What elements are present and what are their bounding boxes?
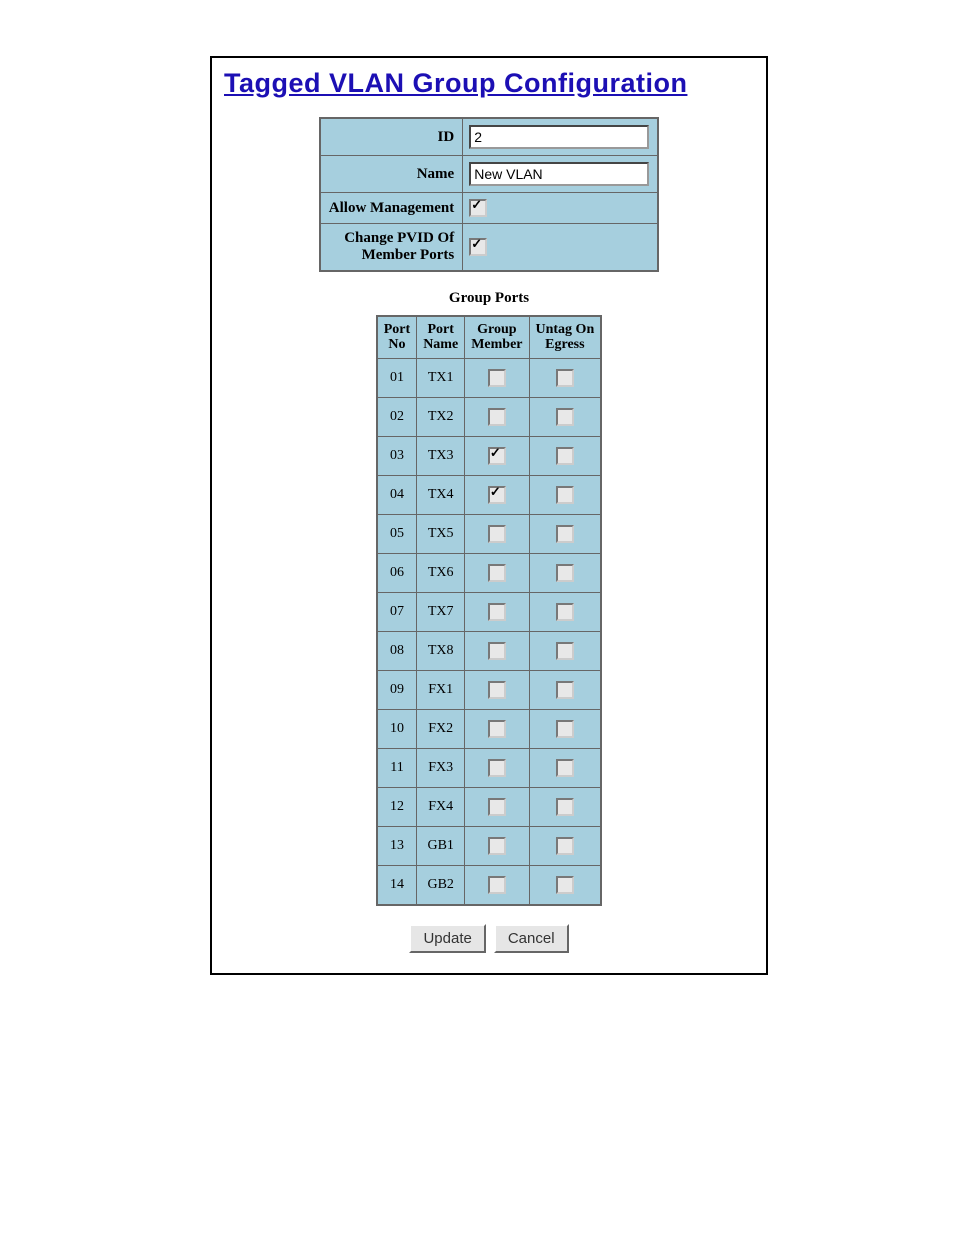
port-no: 13: [377, 826, 417, 865]
port-name: TX8: [417, 631, 465, 670]
table-row: 02TX2: [377, 397, 601, 436]
group-member-checkbox[interactable]: [488, 837, 506, 855]
allow-management-checkbox[interactable]: [469, 199, 487, 217]
port-name: TX1: [417, 358, 465, 397]
untag-on-egress-checkbox[interactable]: [556, 408, 574, 426]
table-row: 05TX5: [377, 514, 601, 553]
untag-on-egress-checkbox[interactable]: [556, 486, 574, 504]
id-label: ID: [320, 118, 463, 156]
change-pvid-label: Change PVID Of Member Ports: [320, 224, 463, 272]
table-row: 06TX6: [377, 553, 601, 592]
table-row: 08TX8: [377, 631, 601, 670]
port-name: FX2: [417, 709, 465, 748]
col-port-name: Port Name: [417, 316, 465, 358]
port-no: 09: [377, 670, 417, 709]
group-member-checkbox[interactable]: [488, 720, 506, 738]
table-row: 03TX3: [377, 436, 601, 475]
change-pvid-label-line2: Member Ports: [362, 247, 455, 263]
table-row: 07TX7: [377, 592, 601, 631]
untag-on-egress-checkbox[interactable]: [556, 681, 574, 699]
untag-on-egress-checkbox[interactable]: [556, 720, 574, 738]
port-name: TX4: [417, 475, 465, 514]
group-member-checkbox[interactable]: [488, 603, 506, 621]
port-name: TX6: [417, 553, 465, 592]
update-button[interactable]: Update: [409, 924, 485, 953]
untag-on-egress-checkbox[interactable]: [556, 759, 574, 777]
untag-on-egress-checkbox[interactable]: [556, 603, 574, 621]
port-name: GB2: [417, 865, 465, 905]
group-member-checkbox[interactable]: [488, 564, 506, 582]
table-row: 12FX4: [377, 787, 601, 826]
port-no: 12: [377, 787, 417, 826]
config-table: ID Name Allow Management Change PVID: [319, 117, 659, 272]
port-no: 05: [377, 514, 417, 553]
port-no: 02: [377, 397, 417, 436]
col-port-no: Port No: [377, 316, 417, 358]
port-no: 10: [377, 709, 417, 748]
untag-on-egress-checkbox[interactable]: [556, 837, 574, 855]
col-group-member: Group Member: [465, 316, 529, 358]
name-input[interactable]: [469, 162, 649, 186]
port-name: TX5: [417, 514, 465, 553]
port-no: 07: [377, 592, 417, 631]
group-ports-title: Group Ports: [224, 290, 754, 307]
table-row: 13GB1: [377, 826, 601, 865]
untag-on-egress-checkbox[interactable]: [556, 369, 574, 387]
untag-on-egress-checkbox[interactable]: [556, 447, 574, 465]
group-member-checkbox[interactable]: [488, 759, 506, 777]
col-untag-on-egress: Untag On Egress: [529, 316, 601, 358]
group-member-checkbox[interactable]: [488, 642, 506, 660]
cancel-button[interactable]: Cancel: [494, 924, 569, 953]
port-no: 04: [377, 475, 417, 514]
table-row: 04TX4: [377, 475, 601, 514]
port-no: 03: [377, 436, 417, 475]
group-member-checkbox[interactable]: [488, 876, 506, 894]
port-name: TX2: [417, 397, 465, 436]
table-row: 11FX3: [377, 748, 601, 787]
group-member-checkbox[interactable]: [488, 447, 506, 465]
ports-table: Port No Port Name Group Member Untag On …: [376, 315, 602, 906]
port-no: 06: [377, 553, 417, 592]
change-pvid-checkbox[interactable]: [469, 238, 487, 256]
port-name: FX4: [417, 787, 465, 826]
page-title: Tagged VLAN Group Configuration: [224, 68, 754, 99]
table-row: 14GB2: [377, 865, 601, 905]
untag-on-egress-checkbox[interactable]: [556, 798, 574, 816]
port-name: TX7: [417, 592, 465, 631]
table-row: 01TX1: [377, 358, 601, 397]
config-frame: Tagged VLAN Group Configuration ID Name …: [210, 56, 768, 975]
button-row: Update Cancel: [224, 924, 754, 953]
id-input[interactable]: [469, 125, 649, 149]
port-name: FX3: [417, 748, 465, 787]
port-name: FX1: [417, 670, 465, 709]
port-no: 11: [377, 748, 417, 787]
group-member-checkbox[interactable]: [488, 408, 506, 426]
group-member-checkbox[interactable]: [488, 525, 506, 543]
group-member-checkbox[interactable]: [488, 369, 506, 387]
port-no: 08: [377, 631, 417, 670]
table-row: 10FX2: [377, 709, 601, 748]
untag-on-egress-checkbox[interactable]: [556, 876, 574, 894]
port-name: TX3: [417, 436, 465, 475]
port-no: 14: [377, 865, 417, 905]
group-member-checkbox[interactable]: [488, 681, 506, 699]
group-member-checkbox[interactable]: [488, 486, 506, 504]
group-member-checkbox[interactable]: [488, 798, 506, 816]
port-no: 01: [377, 358, 417, 397]
name-label: Name: [320, 156, 463, 193]
change-pvid-label-line1: Change PVID Of: [344, 230, 454, 246]
port-name: GB1: [417, 826, 465, 865]
table-row: 09FX1: [377, 670, 601, 709]
allow-management-label: Allow Management: [320, 193, 463, 224]
untag-on-egress-checkbox[interactable]: [556, 642, 574, 660]
untag-on-egress-checkbox[interactable]: [556, 525, 574, 543]
untag-on-egress-checkbox[interactable]: [556, 564, 574, 582]
